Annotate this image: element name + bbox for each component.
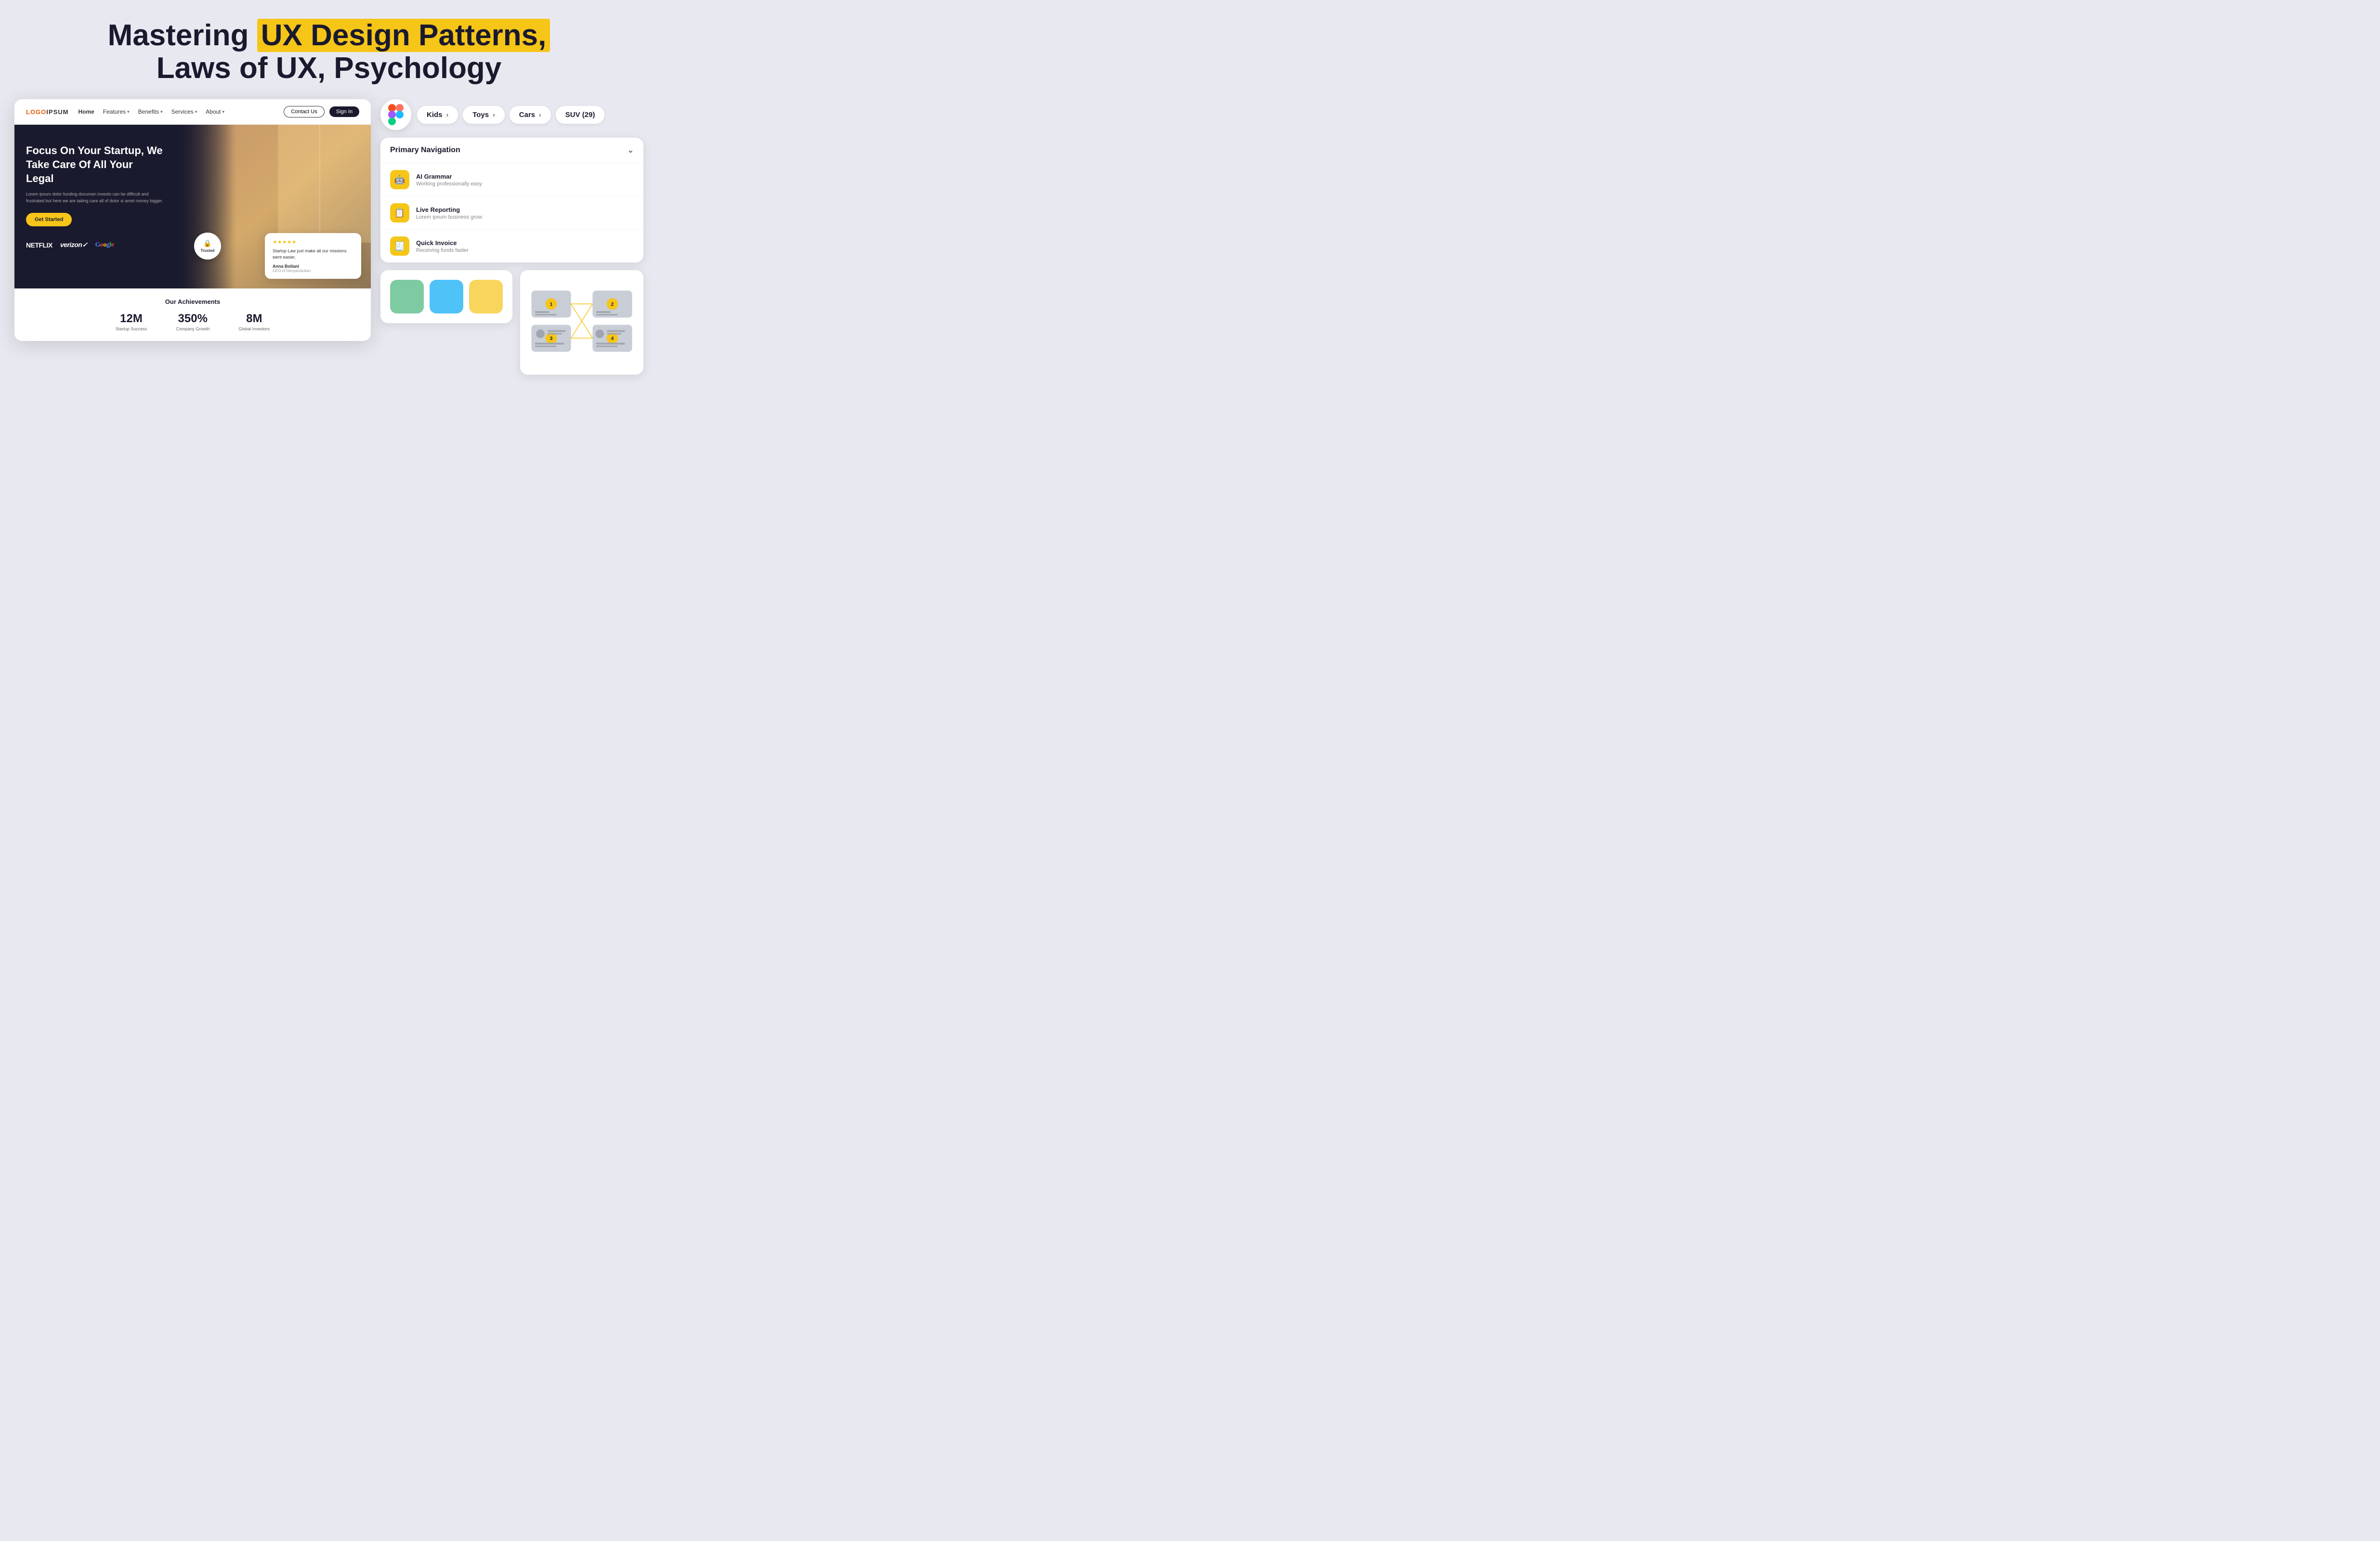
stat-number-startup: 12M — [116, 312, 147, 326]
figma-icon — [380, 99, 411, 130]
nav-item-reporting-title: Live Reporting — [416, 206, 482, 213]
brand-netflix: NETFLIX — [26, 241, 52, 249]
get-started-button[interactable]: Get Started — [26, 213, 72, 226]
top-right-row: Kids › Toys › Cars › SUV (29) — [380, 99, 643, 130]
review-text: Startup Law just make all our missions w… — [273, 248, 353, 260]
signin-button[interactable]: Sign In — [329, 106, 359, 117]
stat-label-startup: Startup Success — [116, 326, 147, 331]
content-area: LOGOIPSUM Home Features ▾ Benefits ▾ Ser… — [0, 99, 658, 384]
achievements-section: Our Achievements 12M Startup Success 350… — [14, 288, 371, 341]
nav-dropdown-title: Primary Navigation — [390, 146, 460, 155]
pill-kids[interactable]: Kids › — [417, 106, 458, 124]
live-reporting-icon: 📋 — [390, 203, 409, 222]
ai-grammar-icon: 🤖 — [390, 170, 409, 189]
nav-dropdown-header[interactable]: Primary Navigation ⌄ — [380, 138, 643, 163]
pill-suv[interactable]: SUV (29) — [556, 106, 605, 124]
stat-startup: 12M Startup Success — [116, 312, 147, 331]
quick-invoice-icon: 🧾 — [390, 236, 409, 256]
stat-label-investors: Global Investors — [238, 326, 270, 331]
contact-button[interactable]: Contact Us — [284, 106, 324, 118]
nav-item-ai-text: AI Grammar Working professionally easy — [416, 173, 482, 187]
reviewer-title: CEO of Devyanülukan — [273, 269, 353, 273]
nav-item-reporting-subtitle: Lorem ipsum business grow — [416, 214, 482, 220]
star-rating: ★★★★★ — [273, 239, 353, 245]
stat-growth: 350% Company Growth — [176, 312, 209, 331]
hero-right: 🔒 Trusted ★★★★★ Startup Law just make al… — [175, 125, 371, 288]
stat-label-growth: Company Growth — [176, 326, 209, 331]
nav-item-ai-grammar[interactable]: 🤖 AI Grammar Working professionally easy — [380, 163, 643, 196]
pill-cars[interactable]: Cars › — [510, 106, 551, 124]
stat-investors: 8M Global Investors — [238, 312, 270, 331]
lock-icon: 🔒 — [203, 239, 211, 248]
chevron-right-icon: › — [493, 111, 495, 118]
primary-navigation-dropdown: Primary Navigation ⌄ 🤖 AI Grammar Workin… — [380, 138, 643, 262]
right-column: Kids › Toys › Cars › SUV (29) Primary N — [380, 99, 643, 375]
nav-item-reporting-text: Live Reporting Lorem ipsum business grow — [416, 206, 482, 220]
nav-item-quick-invoice[interactable]: 🧾 Quick Invoice Receiving funds faster — [380, 230, 643, 262]
title-line2: Laws of UX, Psychology — [10, 52, 648, 85]
trusted-badge: 🔒 Trusted — [194, 233, 221, 260]
category-pills: Kids › Toys › Cars › SUV (29) — [417, 106, 604, 124]
pill-kids-label: Kids — [427, 111, 443, 119]
pill-toys[interactable]: Toys › — [463, 106, 505, 124]
nav-item-ai-title: AI Grammar — [416, 173, 482, 180]
svg-text:4: 4 — [611, 336, 614, 341]
swatch-blue — [430, 280, 463, 313]
title-line1: Mastering UX Design Patterns, — [10, 19, 648, 52]
swatch-yellow — [469, 280, 503, 313]
reviewer-name: Anna Bollani — [273, 264, 353, 269]
hero-title: Focus On Your Startup, We Take Care Of A… — [26, 144, 163, 185]
chevron-right-icon: › — [539, 111, 541, 118]
stat-number-investors: 8M — [238, 312, 270, 326]
nav-link-about[interactable]: About ▾ — [206, 108, 224, 115]
svg-text:1: 1 — [550, 302, 553, 307]
title-section: Mastering UX Design Patterns, Laws of UX… — [0, 0, 658, 99]
brand-google: Google — [95, 241, 114, 249]
pill-toys-label: Toys — [472, 111, 489, 119]
nav-link-benefits[interactable]: Benefits ▾ — [138, 108, 163, 115]
nav-link-services[interactable]: Services ▾ — [171, 108, 197, 115]
hero-description: Lorem ipsum dolor funding documen invest… — [26, 191, 163, 204]
svg-text:2: 2 — [611, 302, 614, 307]
nav-item-live-reporting[interactable]: 📋 Live Reporting Lorem ipsum business gr… — [380, 196, 643, 230]
mockup-nav-links: Home Features ▾ Benefits ▾ Services ▾ Ab… — [78, 108, 274, 115]
nav-item-invoice-title: Quick Invoice — [416, 239, 469, 247]
svg-text:3: 3 — [550, 336, 553, 341]
mockup-logo: LOGOIPSUM — [26, 108, 68, 116]
brand-logos: NETFLIX verizon✓ Google — [26, 241, 163, 249]
title-highlight: UX Design Patterns, — [257, 19, 550, 52]
bottom-right-row: 1 2 3 4 — [380, 270, 643, 375]
color-swatches — [380, 270, 512, 323]
website-mockup: LOGOIPSUM Home Features ▾ Benefits ▾ Ser… — [14, 99, 371, 341]
nav-item-ai-subtitle: Working professionally easy — [416, 181, 482, 187]
chevron-right-icon: › — [446, 111, 449, 118]
brand-verizon: verizon✓ — [60, 241, 88, 249]
stat-number-growth: 350% — [176, 312, 209, 326]
stats-row: 12M Startup Success 350% Company Growth … — [26, 312, 359, 331]
wireframe-card: 1 2 3 4 — [520, 270, 643, 375]
hero-left: Focus On Your Startup, We Take Care Of A… — [14, 125, 175, 288]
nav-link-home[interactable]: Home — [78, 108, 94, 115]
hero-section: Focus On Your Startup, We Take Care Of A… — [14, 125, 371, 288]
nav-item-invoice-text: Quick Invoice Receiving funds faster — [416, 239, 469, 253]
review-card: ★★★★★ Startup Law just make all our miss… — [265, 233, 361, 279]
chevron-down-icon: ⌄ — [628, 145, 634, 155]
nav-item-invoice-subtitle: Receiving funds faster — [416, 248, 469, 253]
pill-cars-label: Cars — [519, 111, 535, 119]
mockup-nav-actions: Contact Us Sign In — [284, 106, 359, 118]
wireframe-diagram: 1 2 3 4 — [528, 278, 636, 365]
mockup-navbar: LOGOIPSUM Home Features ▾ Benefits ▾ Ser… — [14, 99, 371, 125]
pill-suv-label: SUV (29) — [565, 111, 595, 119]
swatch-green — [390, 280, 424, 313]
nav-link-features[interactable]: Features ▾ — [103, 108, 130, 115]
trusted-label: Trusted — [201, 248, 215, 253]
achievements-title: Our Achievements — [26, 298, 359, 305]
